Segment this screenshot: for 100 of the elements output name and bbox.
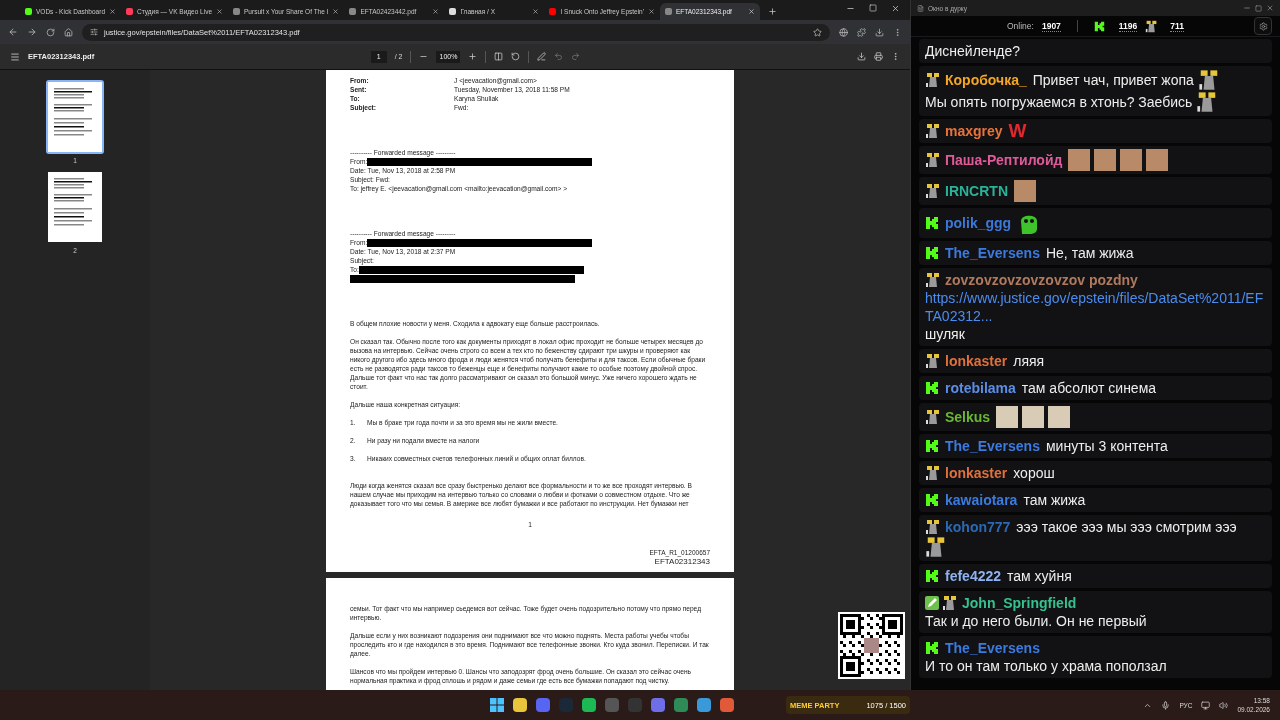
kick-logo-icon (925, 439, 939, 453)
figure-icon (925, 353, 941, 369)
emote-photo-placeholder (1014, 180, 1036, 202)
username: The_Eversens (945, 639, 1040, 657)
page-thumbnail[interactable] (46, 170, 104, 244)
username: The_Eversens (945, 437, 1040, 455)
menu-icon[interactable] (10, 51, 20, 62)
download-icon[interactable] (857, 52, 866, 61)
message-text: шуляк (925, 325, 965, 343)
rotate-icon[interactable] (511, 52, 521, 61)
close-icon[interactable] (532, 8, 540, 15)
message-link[interactable]: https://www.justice.gov/epstein/files/DataSet%2011/EFTA02312... (925, 289, 1266, 325)
print-icon[interactable] (874, 52, 883, 61)
close-icon[interactable] (647, 8, 655, 15)
figure-icon (925, 409, 941, 425)
close-icon[interactable] (747, 8, 755, 15)
maximize-icon[interactable] (1255, 4, 1262, 12)
username: rotebilama (945, 379, 1016, 397)
emote-photo-placeholder (996, 406, 1019, 428)
more-icon[interactable] (891, 52, 900, 61)
favicon-icon (449, 8, 457, 15)
network-icon[interactable] (1201, 700, 1211, 710)
annotate-icon[interactable] (537, 52, 547, 61)
favicon-icon (549, 8, 557, 15)
site-settings-icon[interactable] (90, 28, 98, 36)
username: kawaiotara (945, 491, 1018, 509)
maximize-icon[interactable] (869, 3, 877, 12)
zoom-in-icon[interactable] (468, 52, 478, 61)
bates-number: EFTA02312343 (654, 557, 710, 566)
figure-icon (925, 272, 941, 288)
home-icon[interactable] (64, 27, 73, 37)
username: fefe4222 (945, 567, 1002, 585)
username: Коробочка_ (945, 71, 1027, 89)
fit-page-icon[interactable] (494, 52, 504, 61)
close-icon[interactable] (332, 8, 340, 15)
figure-icon (925, 123, 941, 139)
app-icon (917, 4, 924, 12)
close-icon[interactable] (891, 3, 900, 13)
taskbar-app-icon[interactable] (696, 698, 711, 712)
message-text: хорош (1013, 464, 1055, 482)
username: The_Eversens (945, 244, 1040, 262)
figure-icon (925, 152, 941, 168)
windows-start-icon[interactable] (489, 698, 504, 712)
message-text: Привет чач, привет жопа (1032, 71, 1194, 89)
close-icon[interactable] (1266, 4, 1274, 12)
download-icon[interactable] (875, 27, 884, 37)
kick-logo-icon (1093, 20, 1105, 32)
online-label: Online: (1007, 21, 1034, 31)
extension-icon[interactable] (839, 27, 848, 37)
qr-code (838, 612, 905, 679)
figure-icon (1145, 19, 1159, 33)
taskbar-app-icon[interactable] (512, 698, 527, 712)
settings-button[interactable] (1254, 17, 1272, 35)
kick-logo-icon (925, 493, 939, 507)
figure-icon (925, 519, 941, 535)
page-thumbnail[interactable] (46, 80, 104, 154)
extensions-icon[interactable] (857, 27, 866, 37)
message-text: И то он там только у храма поползал (925, 657, 1167, 675)
kick-logo-icon (925, 216, 939, 230)
figure-icon (925, 183, 941, 199)
new-tab-icon[interactable] (767, 7, 777, 16)
username: zovzovzovzovzovzov pozdny (945, 271, 1138, 289)
username: maxgrey (945, 122, 1003, 140)
favicon-icon (126, 8, 133, 15)
kick-logo-icon (925, 381, 939, 395)
message-text: там хуйня (1007, 567, 1072, 585)
volume-icon[interactable] (1219, 700, 1229, 710)
microphone-icon[interactable] (1161, 700, 1171, 710)
figure-icon (942, 595, 958, 611)
message-text: там жижа (1023, 491, 1086, 509)
figure-icon (925, 465, 941, 481)
taskbar-app-icon[interactable] (650, 698, 665, 712)
message-text: Не, там жижа (1045, 244, 1134, 262)
reload-icon[interactable] (46, 27, 55, 37)
emote-photo-placeholder (1022, 406, 1045, 428)
emote-photo-placeholder (1068, 149, 1091, 171)
emote-photo-placeholder (1048, 406, 1071, 428)
message-text: там абсолют синема (1021, 379, 1157, 397)
taskbar-app-icon[interactable] (719, 698, 734, 712)
favicon-icon (664, 8, 672, 15)
username: kohon777 (945, 518, 1011, 536)
figure-icon (925, 72, 941, 88)
message-text: Так и до него были. Он не первый (925, 612, 1147, 630)
close-icon[interactable] (432, 8, 440, 15)
emote-photo-placeholder (1120, 149, 1143, 171)
w-emote: W (1008, 122, 1027, 140)
pencil-badge-icon (925, 596, 939, 610)
close-icon[interactable] (109, 8, 116, 15)
forward-icon[interactable] (27, 27, 37, 37)
bookmark-star-icon[interactable] (813, 27, 822, 37)
menu-icon[interactable] (893, 27, 902, 37)
back-icon[interactable] (8, 27, 18, 37)
figure-icon (1197, 69, 1220, 91)
message-text: минуты 3 контента (1045, 437, 1168, 455)
taskbar-app-icon[interactable] (581, 698, 596, 712)
emote-photo-placeholder (1094, 149, 1117, 171)
favicon-icon (233, 8, 241, 15)
username: lonkaster (945, 464, 1008, 482)
viewer-count: 711 (1170, 20, 1184, 32)
close-icon[interactable] (216, 8, 224, 15)
